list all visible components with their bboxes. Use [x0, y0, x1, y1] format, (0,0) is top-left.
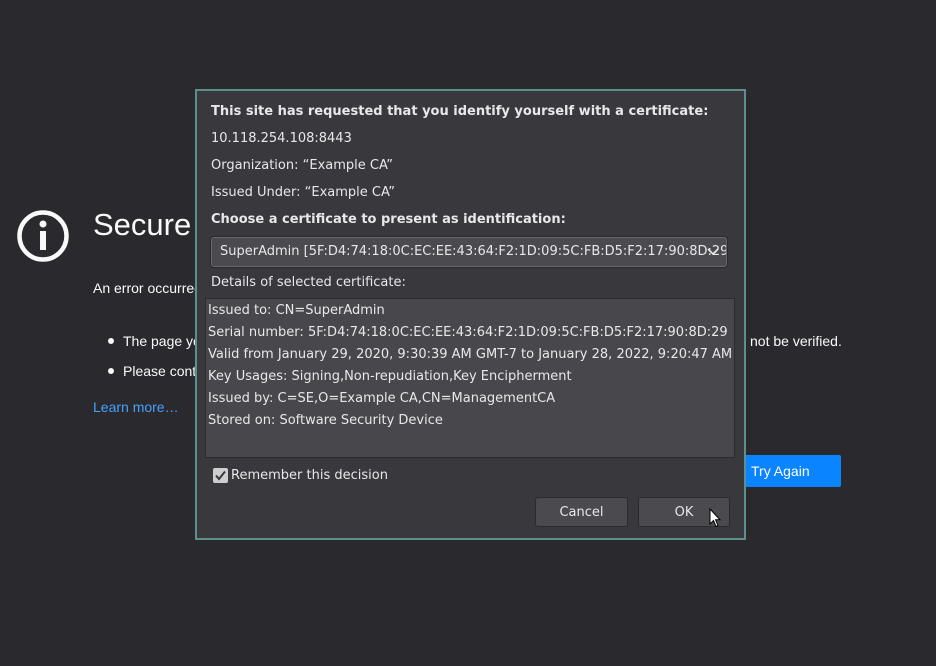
remember-label: Remember this decision [231, 468, 388, 483]
certificate-dialog: This site has requested that you identif… [195, 89, 746, 540]
remember-checkbox[interactable] [213, 468, 228, 483]
detail-line: Valid from January 29, 2020, 9:30:39 AM … [208, 347, 735, 362]
issued-under-text: Issued Under: “Example CA” [211, 185, 395, 200]
detail-line: Key Usages: Signing,Non-repudiation,Key … [208, 369, 572, 384]
detail-line: Stored on: Software Security Device [208, 413, 443, 428]
mouse-cursor-icon [709, 508, 721, 528]
bullet-text: Please cont [123, 363, 197, 379]
bullet-text: The page yo [123, 333, 201, 349]
error-short-description: An error occurred [93, 280, 202, 296]
detail-line: Issued to: CN=SuperAdmin [208, 303, 385, 318]
remember-decision[interactable]: Remember this decision [213, 468, 388, 483]
dialog-heading: This site has requested that you identif… [211, 104, 709, 119]
organization-text: Organization: “Example CA” [211, 158, 393, 173]
chevron-down-icon [707, 248, 719, 256]
try-again-button[interactable]: Try Again [737, 455, 841, 487]
certificate-details-textarea[interactable]: Issued to: CN=SuperAdmin Serial number: … [205, 298, 735, 458]
certificate-select[interactable]: SuperAdmin [5F:D4:74:18:0C:EC:EE:43:64:F… [211, 237, 727, 267]
host-address: 10.118.254.108:8443 [211, 131, 352, 146]
detail-line: Issued by: C=SE,O=Example CA,CN=Manageme… [208, 391, 556, 406]
details-label: Details of selected certificate: [211, 275, 406, 290]
choose-certificate-label: Choose a certificate to present as ident… [211, 212, 566, 227]
checkmark-icon [215, 470, 226, 481]
learn-more-link[interactable]: Learn more… [93, 399, 179, 415]
info-icon [17, 210, 69, 262]
detail-line: Serial number: 5F:D4:74:18:0C:EC:EE:43:6… [208, 325, 728, 340]
selected-certificate: SuperAdmin [5F:D4:74:18:0C:EC:EE:43:64:F… [220, 244, 727, 259]
cancel-button[interactable]: Cancel [535, 497, 628, 527]
bullet-tail-text: l not be verified. [743, 333, 842, 349]
